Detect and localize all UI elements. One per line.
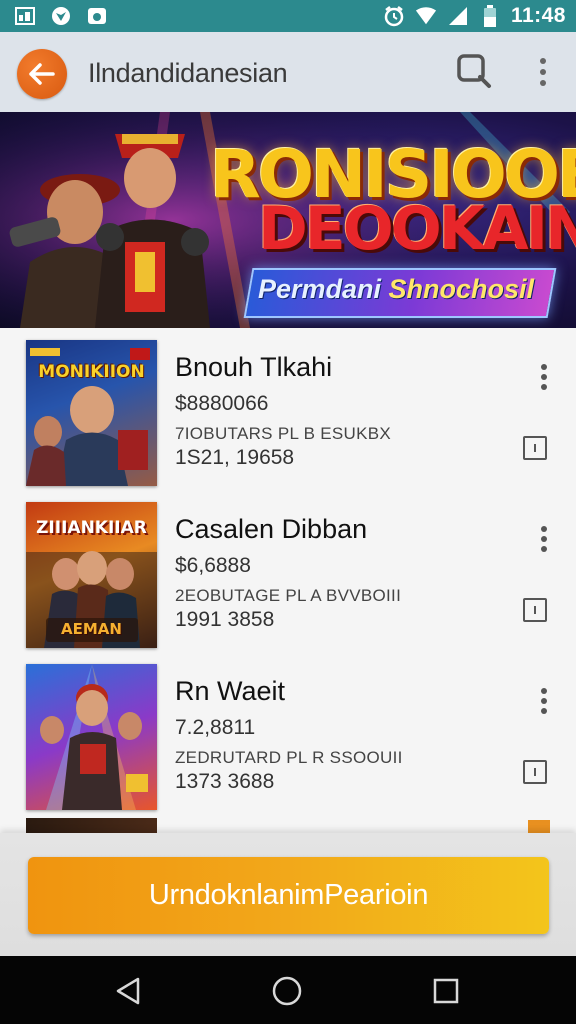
- item-description: ZEDRUTARD PL R SSOOUII: [175, 748, 403, 767]
- more-vertical-icon: [541, 526, 547, 532]
- system-nav-bar: [0, 956, 576, 1024]
- item-more-button[interactable]: [538, 526, 550, 552]
- info-icon: [534, 768, 536, 776]
- back-button[interactable]: [17, 49, 67, 99]
- game-thumbnail[interactable]: [26, 818, 157, 833]
- bottom-action-area: UrndoknlanimPearioin: [0, 833, 576, 956]
- thumbnail-title: ZIIIANKIIAR: [36, 518, 147, 538]
- info-icon: [534, 444, 536, 452]
- location-icon: [50, 5, 72, 27]
- game-thumbnail[interactable]: MONIKIION: [26, 340, 157, 486]
- thumbnail-title: MONIKIION: [38, 362, 145, 382]
- banner-title-line2: DEOOKAIN: [258, 194, 576, 264]
- list-item[interactable]: ZIIIANKIIAR AEMAN Casalen Dibban $6,6888…: [0, 490, 576, 652]
- banner-subtitle-main: Permdani: [258, 274, 389, 304]
- app-bar: Ilndandidanesian: [0, 32, 576, 113]
- recents-square-icon: [433, 978, 459, 1004]
- signal-icon: [447, 5, 469, 27]
- primary-cta-button[interactable]: UrndoknlanimPearioin: [28, 857, 549, 934]
- back-triangle-icon: [116, 977, 140, 1005]
- more-options-button[interactable]: [530, 54, 556, 90]
- item-price: $8880066: [175, 392, 269, 415]
- item-price: $6,6888: [175, 554, 251, 577]
- cloud-icon: [86, 5, 108, 27]
- item-date: 1S21, 19658: [175, 446, 295, 469]
- item-description: 7IOBUTARS PL B ESUKBX: [175, 424, 392, 443]
- item-more-button[interactable]: [538, 364, 550, 390]
- item-action-button[interactable]: [523, 760, 547, 784]
- battery-icon: [479, 5, 501, 27]
- list-item[interactable]: Rn Waeit 7.2,8811 ZEDRUTARD PL R SSOOUII…: [0, 652, 576, 814]
- nav-recents-button[interactable]: [429, 974, 463, 1008]
- status-bar: 11:48: [0, 0, 576, 32]
- game-thumbnail[interactable]: [26, 664, 157, 810]
- item-description: 2EOBUTAGE PL A BVVBOIII: [175, 586, 402, 605]
- more-vertical-icon: [541, 688, 547, 694]
- item-action-button[interactable]: [528, 820, 550, 833]
- item-date: 1373 3688: [175, 770, 275, 793]
- arrow-left-icon: [29, 63, 55, 85]
- wifi-icon: [415, 5, 437, 27]
- list-item-partial[interactable]: [0, 816, 576, 833]
- item-name: Casalen Dibban: [175, 514, 368, 544]
- thumbnail-subtitle: AEMAN: [61, 620, 122, 638]
- more-vertical-icon: [541, 364, 547, 370]
- game-thumbnail[interactable]: ZIIIANKIIAR AEMAN: [26, 502, 157, 648]
- item-action-button[interactable]: [523, 436, 547, 460]
- item-action-button[interactable]: [523, 598, 547, 622]
- info-icon: [534, 606, 536, 614]
- page-title: Ilndandidanesian: [88, 58, 288, 88]
- thumbnail-art: [40, 664, 148, 810]
- banner-subtitle: Permdani Shnochosil: [258, 274, 534, 305]
- banner-subtitle-accent: Shnochosil: [388, 274, 535, 304]
- status-time: 11:48: [510, 4, 566, 27]
- alarm-icon: [383, 5, 405, 27]
- search-icon: [457, 54, 491, 88]
- nav-home-button[interactable]: [270, 974, 304, 1008]
- item-price: 7.2,8811: [175, 716, 256, 739]
- more-vertical-icon: [540, 58, 546, 64]
- game-list: MONIKIION Bnouh Tlkahi $8880066 7IOBUTAR…: [0, 328, 576, 833]
- search-button[interactable]: [455, 52, 493, 90]
- item-date: 1991 3858: [175, 608, 275, 631]
- list-item[interactable]: MONIKIION Bnouh Tlkahi $8880066 7IOBUTAR…: [0, 328, 576, 490]
- screen: 11:48 Ilndandidanesian RONISIOOE DEOOKAI…: [0, 0, 576, 1024]
- nav-back-button[interactable]: [112, 974, 146, 1008]
- item-name: Rn Waeit: [175, 676, 286, 706]
- item-name: Bnouh Tlkahi: [175, 352, 333, 382]
- home-circle-icon: [272, 976, 302, 1006]
- item-more-button[interactable]: [538, 688, 550, 714]
- promo-banner[interactable]: RONISIOOE DEOOKAIN Permdani Shnochosil: [0, 112, 576, 328]
- gallery-icon: [14, 5, 36, 27]
